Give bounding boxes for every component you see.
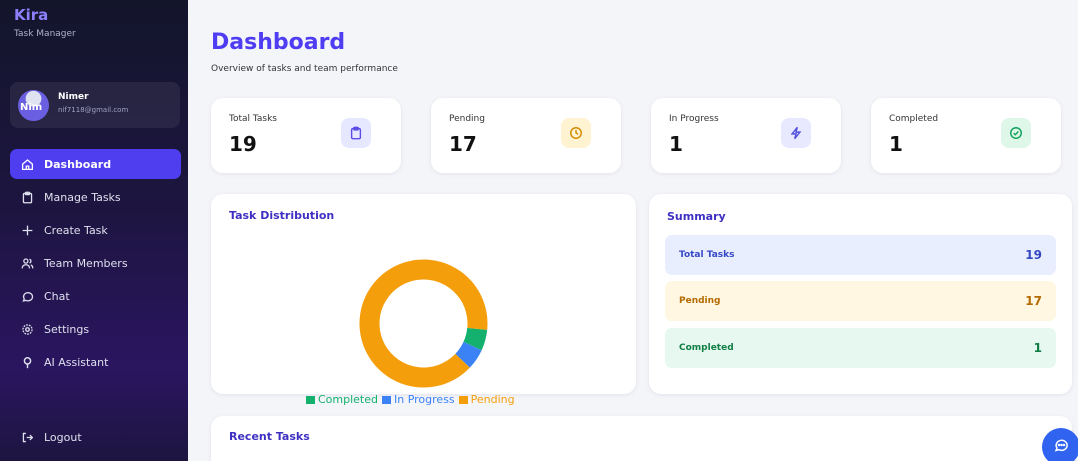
legend-item-in-progress[interactable]: In Progress: [382, 393, 455, 406]
stat-value: 1: [669, 132, 683, 156]
legend-label: In Progress: [394, 393, 455, 406]
sidebar-item-label: Team Members: [44, 256, 128, 270]
panel-title: Recent Tasks: [229, 430, 310, 443]
sidebar-nav: Dashboard Manage Tasks Create Task Team …: [10, 149, 181, 380]
stat-label: Pending: [449, 114, 485, 124]
legend-swatch: [306, 395, 315, 404]
sidebar-item-label: Settings: [44, 322, 90, 336]
page-subtitle: Overview of tasks and team performance: [211, 64, 398, 74]
donut-segment-pending[interactable]: [359, 259, 488, 388]
stat-value: 19: [229, 132, 257, 156]
home-icon: [20, 157, 35, 172]
chat-icon: [20, 289, 35, 304]
stat-card-total[interactable]: Total Tasks 19: [211, 98, 401, 173]
legend-item-pending[interactable]: Pending: [458, 393, 515, 406]
chat-bubble-icon: [1053, 437, 1069, 457]
summary-row-pending: Pending 17: [665, 281, 1056, 321]
sidebar-item-label: Chat: [44, 289, 70, 303]
summary-label: Pending: [679, 296, 721, 306]
stat-card-in-progress[interactable]: In Progress 1: [651, 98, 841, 173]
avatar-text: Nim: [20, 102, 43, 113]
legend-label: Completed: [318, 393, 378, 406]
plus-icon: [20, 223, 35, 238]
chat-fab-button[interactable]: [1042, 428, 1078, 461]
logout-icon: [20, 430, 35, 445]
user-name: Nimer: [58, 92, 89, 102]
sidebar-item-team-members[interactable]: Team Members: [10, 248, 181, 278]
stat-value: 17: [449, 132, 477, 156]
sidebar-item-label: AI Assistant: [44, 355, 109, 369]
gear-icon: [20, 322, 35, 337]
app-name: Kira: [14, 6, 49, 24]
sidebar-item-create-task[interactable]: Create Task: [10, 215, 181, 245]
sidebar-item-settings[interactable]: Settings: [10, 314, 181, 344]
summary-label: Completed: [679, 343, 734, 353]
stat-label: Completed: [889, 114, 939, 124]
sidebar-item-label: Dashboard: [44, 157, 112, 171]
legend-label: Pending: [470, 393, 515, 406]
legend-swatch: [458, 395, 468, 404]
clipboard-icon: [20, 190, 35, 205]
sidebar-item-manage-tasks[interactable]: Manage Tasks: [10, 182, 181, 212]
sidebar-item-dashboard[interactable]: Dashboard: [10, 149, 181, 179]
clipboard-icon: [341, 118, 371, 148]
stat-label: Total Tasks: [229, 114, 277, 124]
sidebar-item-chat[interactable]: Chat: [10, 281, 181, 311]
stat-card-pending[interactable]: Pending 17: [431, 98, 621, 173]
panel-title: Summary: [667, 210, 726, 223]
check-circle-icon: [1001, 118, 1031, 148]
sidebar-item-ai-assistant[interactable]: AI Assistant: [10, 347, 181, 377]
logout-label: Logout: [44, 431, 82, 444]
logout-button[interactable]: Logout: [20, 430, 82, 445]
avatar: Nim: [18, 90, 49, 121]
summary-row-completed: Completed 1: [665, 328, 1056, 368]
donut-chart: [359, 259, 488, 388]
recent-tasks-panel: Recent Tasks: [211, 416, 1072, 461]
brand: Kira Task Manager: [14, 6, 76, 39]
summary-row-total: Total Tasks 19: [665, 235, 1056, 275]
user-card[interactable]: Nim Nimer nif7118@gmail.com: [10, 82, 180, 128]
app-subtitle: Task Manager: [14, 29, 76, 39]
summary-panel: Summary Total Tasks 19 Pending 17 Comple…: [649, 194, 1072, 394]
panel-title: Task Distribution: [229, 209, 335, 222]
page-title: Dashboard: [211, 30, 346, 55]
chart-legend: Completed In Progress Pending: [306, 393, 515, 406]
sidebar-item-label: Manage Tasks: [44, 190, 121, 204]
sidebar-item-label: Create Task: [44, 223, 108, 237]
user-email: nif7118@gmail.com: [58, 106, 129, 114]
summary-label: Total Tasks: [679, 250, 735, 260]
task-distribution-panel: Task Distribution: [211, 194, 636, 394]
stat-card-completed[interactable]: Completed 1: [871, 98, 1061, 173]
bolt-icon: [781, 118, 811, 148]
main-content: Dashboard Overview of tasks and team per…: [188, 0, 1078, 461]
stat-label: In Progress: [669, 114, 719, 124]
pin-icon: [20, 355, 35, 370]
clock-icon: [561, 118, 591, 148]
legend-item-completed[interactable]: Completed: [306, 393, 378, 406]
legend-swatch: [382, 395, 391, 404]
stat-value: 1: [889, 132, 903, 156]
summary-value: 1: [1033, 341, 1042, 355]
summary-value: 17: [1025, 294, 1042, 308]
users-icon: [20, 256, 35, 271]
sidebar: Kira Task Manager Nim Nimer nif7118@gmai…: [0, 0, 188, 461]
summary-value: 19: [1025, 248, 1042, 262]
